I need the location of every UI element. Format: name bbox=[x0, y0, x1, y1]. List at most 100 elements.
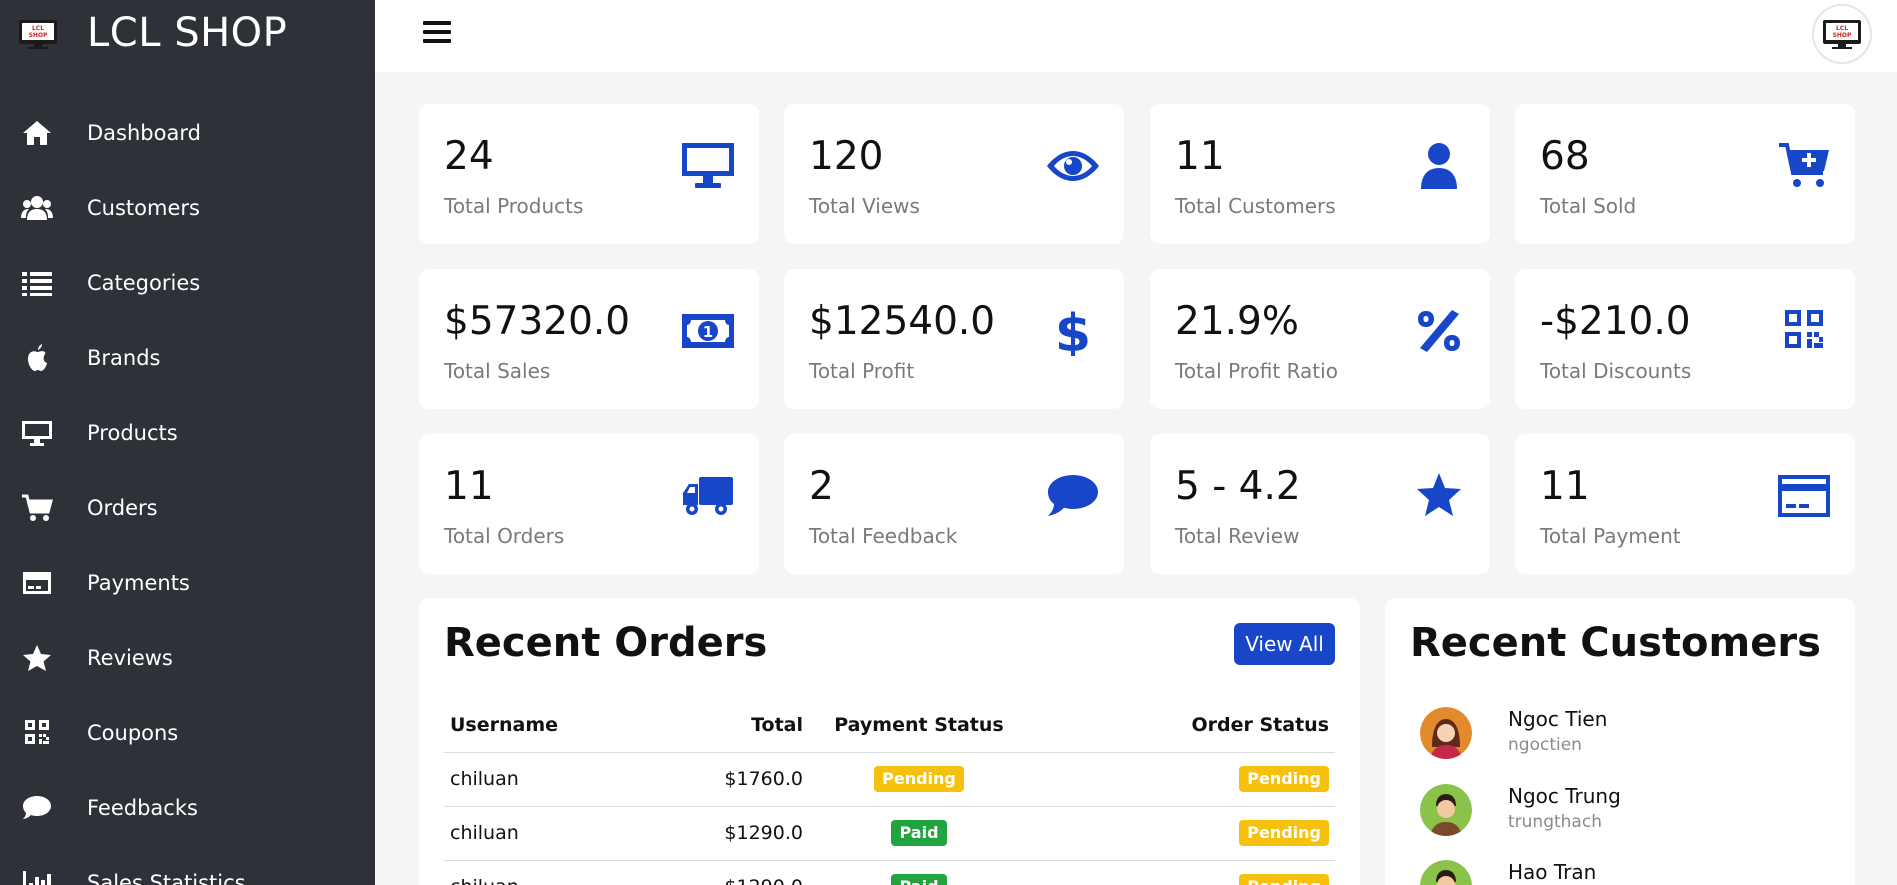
stat-card-total-orders[interactable]: 11 Total Orders bbox=[419, 434, 759, 574]
stat-card-total-products[interactable]: 24 Total Products bbox=[419, 104, 759, 244]
column-header-order-status[interactable]: Order Status bbox=[1029, 698, 1335, 753]
star-icon bbox=[1412, 470, 1466, 522]
sidebar-item-label: Products bbox=[87, 421, 178, 445]
table-row[interactable]: chiluan $1290.0 Paid Pending bbox=[444, 806, 1335, 861]
sidebar-item-label: Sales Statistics bbox=[87, 871, 246, 885]
stat-card-total-profit-ratio[interactable]: 21.9% Total Profit Ratio bbox=[1150, 269, 1490, 409]
percent-icon bbox=[1412, 305, 1466, 357]
home-icon bbox=[21, 117, 53, 149]
stat-label: Total Feedback bbox=[809, 524, 958, 548]
column-header-total[interactable]: Total bbox=[634, 698, 809, 753]
bar-chart-icon bbox=[21, 867, 53, 885]
eye-icon bbox=[1046, 140, 1100, 192]
sidebar-item-label: Reviews bbox=[87, 646, 173, 670]
sidebar-item-orders[interactable]: Orders bbox=[0, 476, 375, 551]
stat-label: Total Sold bbox=[1540, 194, 1637, 218]
customer-item[interactable]: Ngoc Tien ngoctien bbox=[1420, 707, 1840, 767]
recent-customers-title: Recent Customers bbox=[1410, 620, 1821, 666]
stat-label: Total Orders bbox=[444, 524, 565, 548]
sidebar-item-label: Orders bbox=[87, 496, 158, 520]
stat-label: Total Sales bbox=[444, 359, 551, 383]
sidebar-item-sales-statistics[interactable]: Sales Statistics bbox=[0, 851, 375, 885]
customer-avatar bbox=[1420, 707, 1472, 759]
sidebar: LCL SHOP LCL SHOP Dashboard Customers Ca… bbox=[0, 0, 375, 885]
stat-value: -$210.0 bbox=[1540, 299, 1691, 344]
stat-card-total-payment[interactable]: 11 Total Payment bbox=[1515, 434, 1855, 574]
stat-value: 11 bbox=[1175, 134, 1225, 179]
stat-label: Total Customers bbox=[1175, 194, 1336, 218]
stat-card-total-discounts[interactable]: -$210.0 Total Discounts bbox=[1515, 269, 1855, 409]
order-username: chiluan bbox=[444, 752, 634, 807]
dollar-icon: $ bbox=[1046, 305, 1100, 357]
credit-card-icon bbox=[1777, 470, 1831, 522]
brand-logo-icon: LCL SHOP bbox=[19, 20, 57, 49]
customer-name: Ngoc Trung bbox=[1508, 784, 1621, 808]
stat-value: 2 bbox=[809, 464, 834, 509]
table-header-row: Username Total Payment Status Order Stat… bbox=[444, 698, 1335, 753]
money-bill-icon: 1 bbox=[681, 305, 735, 357]
order-total: $1290.0 bbox=[634, 806, 809, 861]
status-badge: Pending bbox=[1239, 874, 1329, 885]
apple-icon bbox=[21, 342, 53, 374]
stat-value: 120 bbox=[809, 134, 884, 179]
stat-value: 11 bbox=[444, 464, 494, 509]
stat-card-total-review[interactable]: 5 - 4.2 Total Review bbox=[1150, 434, 1490, 574]
column-header-username[interactable]: Username bbox=[444, 698, 634, 753]
sidebar-item-payments[interactable]: Payments bbox=[0, 551, 375, 626]
stat-card-total-views[interactable]: 120 Total Views bbox=[784, 104, 1124, 244]
stat-value: 11 bbox=[1540, 464, 1590, 509]
stat-label: Total Discounts bbox=[1540, 359, 1692, 383]
brand[interactable]: LCL SHOP LCL SHOP bbox=[0, 0, 375, 70]
sidebar-item-reviews[interactable]: Reviews bbox=[0, 626, 375, 701]
sidebar-item-feedbacks[interactable]: Feedbacks bbox=[0, 776, 375, 851]
customer-avatar bbox=[1420, 860, 1472, 885]
stat-value: $57320.0 bbox=[444, 299, 631, 344]
stat-label: Total Profit Ratio bbox=[1175, 359, 1338, 383]
order-total: $1290.0 bbox=[634, 860, 809, 885]
recent-customers-panel: Recent Customers Ngoc Tien ngoctien Ngoc… bbox=[1385, 598, 1855, 885]
cart-icon bbox=[21, 492, 53, 524]
sidebar-item-coupons[interactable]: Coupons bbox=[0, 701, 375, 776]
list-icon bbox=[21, 267, 53, 299]
stat-label: Total Review bbox=[1175, 524, 1300, 548]
stat-card-total-sold[interactable]: 68 Total Sold bbox=[1515, 104, 1855, 244]
users-icon bbox=[21, 192, 53, 224]
recent-orders-panel: Recent Orders View All Username Total Pa… bbox=[419, 598, 1360, 885]
stat-card-total-profit[interactable]: $12540.0 Total Profit $ bbox=[784, 269, 1124, 409]
table-row[interactable]: chiluan $1290.0 Paid Pending bbox=[444, 860, 1335, 885]
sidebar-item-customers[interactable]: Customers bbox=[0, 176, 375, 251]
table-row[interactable]: chiluan $1760.0 Pending Pending bbox=[444, 752, 1335, 807]
user-icon bbox=[1412, 140, 1466, 192]
sidebar-item-categories[interactable]: Categories bbox=[0, 251, 375, 326]
sidebar-item-products[interactable]: Products bbox=[0, 401, 375, 476]
stat-label: Total Products bbox=[444, 194, 584, 218]
cart-plus-icon bbox=[1777, 140, 1831, 192]
stat-value: 24 bbox=[444, 134, 494, 179]
customer-username: trungthach bbox=[1508, 812, 1602, 832]
svg-text:SHOP: SHOP bbox=[29, 32, 48, 39]
svg-text:$: $ bbox=[1055, 306, 1091, 356]
qrcode-icon bbox=[21, 717, 53, 749]
order-status-cell: Pending bbox=[1029, 752, 1335, 807]
topbar: LCL SHOP bbox=[375, 0, 1897, 72]
comment-icon bbox=[21, 792, 53, 824]
customer-avatar bbox=[1420, 784, 1472, 836]
sidebar-nav: Dashboard Customers Categories Brands Pr… bbox=[0, 101, 375, 885]
stat-value: 5 - 4.2 bbox=[1175, 464, 1301, 509]
svg-text:LCL: LCL bbox=[1836, 25, 1848, 32]
sidebar-item-label: Payments bbox=[87, 571, 190, 595]
stat-card-total-customers[interactable]: 11 Total Customers bbox=[1150, 104, 1490, 244]
order-username: chiluan bbox=[444, 806, 634, 861]
column-header-payment-status[interactable]: Payment Status bbox=[809, 698, 1029, 753]
hamburger-menu-icon[interactable] bbox=[423, 21, 451, 45]
sidebar-item-dashboard[interactable]: Dashboard bbox=[0, 101, 375, 176]
customer-item[interactable]: Hao Tran bbox=[1420, 860, 1840, 885]
customer-item[interactable]: Ngoc Trung trungthach bbox=[1420, 784, 1840, 844]
stat-card-total-sales[interactable]: $57320.0 Total Sales 1 bbox=[419, 269, 759, 409]
view-all-button[interactable]: View All bbox=[1234, 623, 1335, 665]
stat-card-total-feedback[interactable]: 2 Total Feedback bbox=[784, 434, 1124, 574]
sidebar-item-brands[interactable]: Brands bbox=[0, 326, 375, 401]
user-avatar[interactable]: LCL SHOP bbox=[1812, 4, 1872, 64]
qrcode-icon bbox=[1777, 305, 1831, 357]
stat-value: 21.9% bbox=[1175, 299, 1299, 344]
